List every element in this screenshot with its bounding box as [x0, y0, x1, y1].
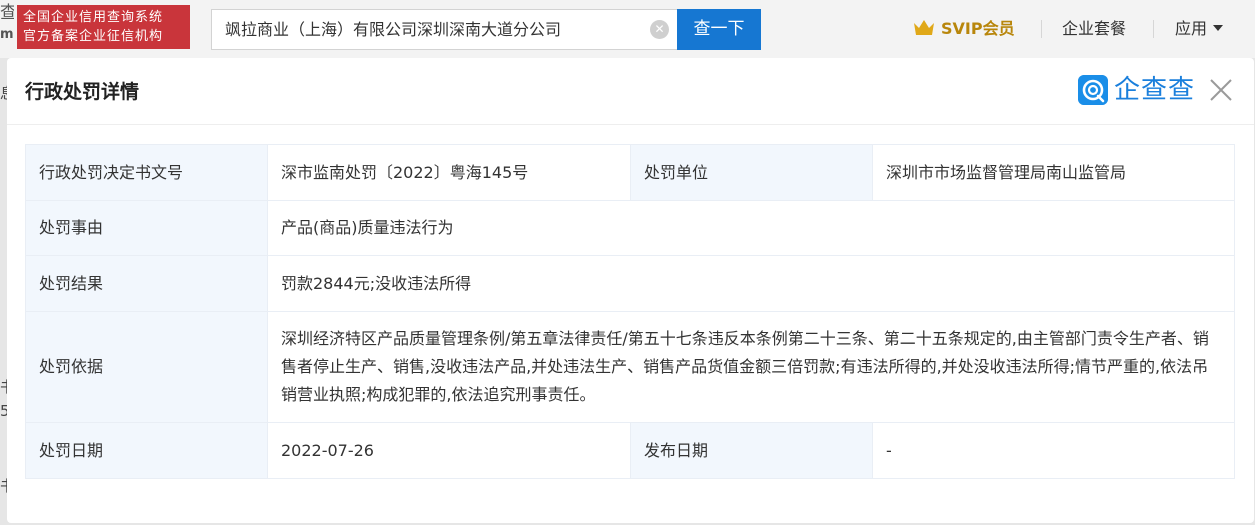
- qcc-logo-icon: [1078, 75, 1108, 105]
- search-input[interactable]: 飒拉商业（上海）有限公司深圳深南大道分公司 ✕: [211, 9, 677, 50]
- penalty-reason-label: 处罚事由: [25, 200, 268, 256]
- badge-line-2: 官方备案企业征信机构: [23, 29, 164, 44]
- decision-no-label: 行政处罚决定书文号: [25, 144, 268, 201]
- clear-icon[interactable]: ✕: [650, 20, 669, 39]
- search-button[interactable]: 查一下: [677, 9, 761, 50]
- badge-line-1: 全国企业信用查询系统: [23, 10, 164, 25]
- svip-link[interactable]: SVIP会员: [913, 17, 1015, 41]
- penalty-unit-label: 处罚单位: [630, 144, 873, 201]
- table-row: 处罚依据 深圳经济特区产品质量管理条例/第五章法律责任/第五十七条违反本条例第二…: [25, 311, 1235, 423]
- brand-logo: 企查查: [1078, 74, 1195, 106]
- site-header: 查 m 全国企业信用查询系统 官方备案企业征信机构 飒拉商业（上海）有限公司深圳…: [0, 0, 1255, 58]
- table-row: 处罚日期 2022-07-26 发布日期 -: [25, 422, 1235, 479]
- brand-name: 企查查: [1114, 75, 1196, 105]
- penalty-detail-table: 行政处罚决定书文号 深市监南处罚〔2022〕粤海145号 处罚单位 深圳市市场监…: [25, 144, 1235, 479]
- penalty-detail-modal: 行政处罚详情 企查查 行政处罚决定书文号 深市监南处罚〔2022〕粤海145号 …: [7, 58, 1254, 523]
- nav-apps-label: 应用: [1175, 19, 1208, 38]
- close-icon[interactable]: [1209, 78, 1233, 102]
- svip-label: SVIP会员: [941, 19, 1015, 38]
- nav-divider: [1041, 20, 1042, 38]
- penalty-result-value: 罚款2844元;没收违法所得: [267, 255, 1235, 312]
- nav-divider: [1153, 20, 1154, 38]
- table-row: 处罚结果 罚款2844元;没收违法所得: [25, 255, 1235, 312]
- penalty-unit-value: 深圳市市场监督管理局南山监管局: [872, 144, 1235, 201]
- table-row: 处罚事由 产品(商品)质量违法行为: [25, 200, 1235, 256]
- penalty-date-label: 处罚日期: [25, 422, 268, 479]
- table-row: 行政处罚决定书文号 深市监南处罚〔2022〕粤海145号 处罚单位 深圳市市场监…: [25, 144, 1235, 201]
- site-logo[interactable]: 查 m: [0, 2, 14, 50]
- certification-badge: 全国企业信用查询系统 官方备案企业征信机构: [17, 5, 190, 49]
- crown-icon: [914, 20, 934, 35]
- penalty-date-value: 2022-07-26: [267, 422, 631, 479]
- penalty-basis-label: 处罚依据: [25, 311, 268, 423]
- nav-apps[interactable]: 应用: [1175, 17, 1224, 41]
- nav-enterprise-package[interactable]: 企业套餐: [1062, 17, 1126, 41]
- decision-no-value: 深市监南处罚〔2022〕粤海145号: [267, 144, 631, 201]
- modal-header: 行政处罚详情 企查查: [7, 58, 1254, 125]
- search-value: 飒拉商业（上海）有限公司深圳深南大道分公司: [225, 20, 562, 39]
- chevron-down-icon: [1213, 25, 1224, 31]
- modal-title: 行政处罚详情: [25, 81, 140, 103]
- publish-date-label: 发布日期: [630, 422, 873, 479]
- publish-date-value: -: [872, 422, 1235, 479]
- penalty-result-label: 处罚结果: [25, 255, 268, 312]
- penalty-basis-value: 深圳经济特区产品质量管理条例/第五章法律责任/第五十七条违反本条例第二十三条、第…: [267, 311, 1235, 423]
- penalty-reason-value: 产品(商品)质量违法行为: [267, 200, 1235, 256]
